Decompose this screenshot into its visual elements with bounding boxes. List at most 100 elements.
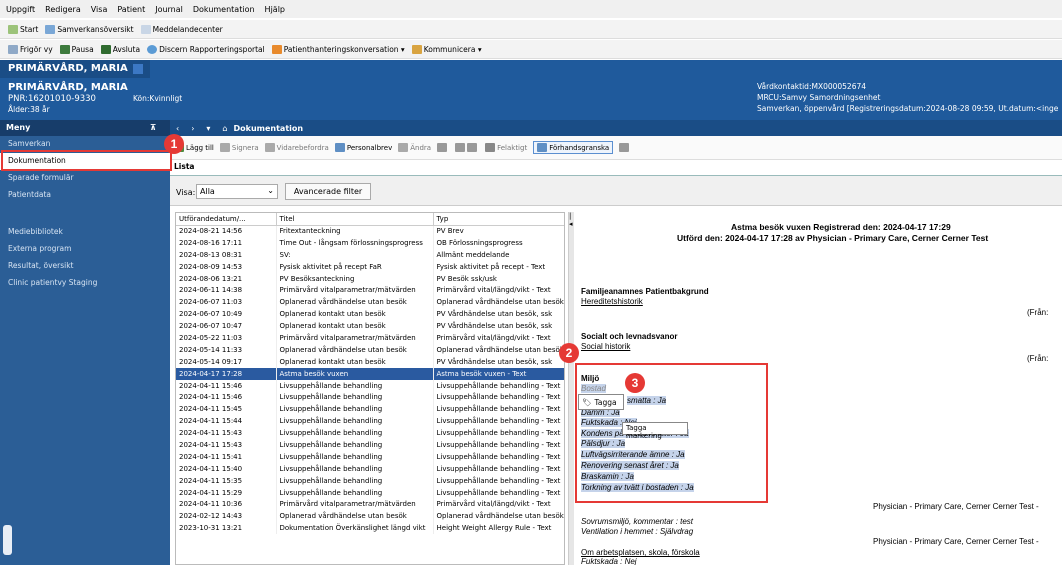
table-row[interactable]: 2024-08-21 14:56 Fritextanteckning PV Brev xyxy=(176,225,564,237)
table-row[interactable]: 2024-04-11 15:46 Livsuppehållande behandl… xyxy=(176,391,564,404)
history-dropdown-icon[interactable]: ▾ xyxy=(206,124,210,133)
cell-title: Livsuppehållande behandling xyxy=(276,415,434,428)
table-row[interactable]: 2024-04-11 15:45 Livsuppehållande behandl… xyxy=(176,403,564,416)
nav-item-resultat[interactable]: Resultat, översikt xyxy=(0,258,170,275)
nav-item-externa-program[interactable]: Externa program xyxy=(0,241,170,258)
menu-redigera[interactable]: Redigera xyxy=(45,5,81,14)
table-row[interactable]: 2024-08-09 14:53 Fysisk aktivitet på rece… xyxy=(176,260,564,273)
table-row[interactable]: 2024-05-14 09:17 Oplanerad kontakt utan b… xyxy=(176,355,564,368)
table-row[interactable]: 2024-04-11 15:43 Livsuppehållande behandl… xyxy=(176,427,564,440)
step-badge-3: 3 xyxy=(625,373,645,393)
cell-type: Livsuppehållande behandling - Text xyxy=(433,486,564,499)
table-row[interactable]: 2024-06-07 11:03 Oplanerad vårdhändelse u… xyxy=(176,296,564,309)
discern-button[interactable]: Discern Rapporteringsportal xyxy=(147,44,265,54)
column-header-date[interactable]: Utförandedatum/... xyxy=(176,213,277,226)
cell-type: Primärvård vital/längd/vikt - Text xyxy=(433,498,564,511)
toolbar-misc-button[interactable] xyxy=(437,143,449,152)
column-header-type[interactable]: Typ xyxy=(433,213,564,226)
highlight-box-dokumentation xyxy=(1,150,172,171)
splitter-arrow-icon: |◂ xyxy=(569,212,573,228)
preview-icon xyxy=(537,143,548,152)
table-row[interactable]: 2024-02-12 14:43 Oplanerad vårdhändelse u… xyxy=(176,510,564,523)
change-button[interactable]: Ändra xyxy=(398,143,431,152)
cell-title: Fritextanteckning xyxy=(276,225,434,237)
splitter[interactable]: |◂ xyxy=(568,212,574,565)
cell-date: 2024-04-17 17:28 xyxy=(176,367,277,380)
filter-label: Visa: xyxy=(176,188,196,197)
samverkansoversikt-button[interactable]: Samverkansöversikt xyxy=(45,24,134,34)
meddelandecenter-button[interactable]: Meddelandecenter xyxy=(140,24,223,34)
table-row[interactable]: 2024-04-11 15:41 Livsuppehållande behandl… xyxy=(176,450,564,463)
misc-icon xyxy=(437,143,448,152)
cell-title: Livsuppehållande behandling xyxy=(276,403,434,416)
cell-title: Primärvård vitalparametrar/mätvärden xyxy=(276,498,434,511)
patienthantering-button[interactable]: Patienthanteringskonversation ▾ xyxy=(271,44,405,54)
patient-tab[interactable]: PRIMÄRVÅRD, MARIA xyxy=(0,60,150,78)
pin-icon[interactable]: ⊼ xyxy=(150,123,157,132)
personal-letter-button[interactable]: Personalbrev xyxy=(334,143,392,152)
table-row[interactable]: 2024-04-11 10:36 Primärvård vitalparametr… xyxy=(176,498,564,511)
filter-select[interactable]: Alla ⌄ xyxy=(196,184,278,199)
table-row[interactable]: 2024-04-11 15:29 Livsuppehållande behandl… xyxy=(176,486,564,499)
preview-button[interactable]: Förhandsgranska xyxy=(533,141,614,154)
table-row[interactable]: 2024-05-22 11:03 Primärvård vitalparametr… xyxy=(176,332,564,344)
back-arrow-icon[interactable]: ‹ xyxy=(176,124,179,133)
cell-type: Livsuppehållande behandling - Text xyxy=(433,462,564,475)
sovrum-kommentar: Sovrumsmiljö, kommentar : test xyxy=(581,517,694,526)
avsluta-button[interactable]: Avsluta xyxy=(100,44,140,54)
close-tab-icon[interactable] xyxy=(133,64,143,74)
menu-journal[interactable]: Journal xyxy=(155,5,183,14)
ventilation-i-hemmet: Ventilation i hemmet : Självdrag xyxy=(581,527,694,536)
table-row[interactable]: 2024-04-17 17:28 Astma besök vuxen Astma b… xyxy=(176,367,564,380)
menu-dokumentation[interactable]: Dokumentation xyxy=(193,5,255,14)
menu-visa[interactable]: Visa xyxy=(91,5,108,14)
table-row[interactable]: 2024-06-11 14:38 Primärvård vitalparametr… xyxy=(176,284,564,297)
tab-lista[interactable]: Lista xyxy=(174,162,194,171)
section-familjeanamnes: Familjeanamnes Patientbakgrund xyxy=(581,287,709,296)
sign-button[interactable]: Signera xyxy=(219,143,259,152)
table-row[interactable]: 2024-05-14 11:33 Oplanerad vårdhändelse u… xyxy=(176,343,564,356)
table-row[interactable]: 2024-08-13 08:31 SV: Allmänt meddelande xyxy=(176,248,564,261)
forward-arrow-icon[interactable]: › xyxy=(191,124,194,133)
table-row[interactable]: 2024-04-11 15:40 Livsuppehållande behandl… xyxy=(176,462,564,475)
table-row[interactable]: 2024-04-11 15:35 Livsuppehållande behandl… xyxy=(176,474,564,487)
table-row[interactable]: 2024-08-06 13:21 PV Besöksanteckning PV Be… xyxy=(176,272,564,285)
cell-date: 2024-05-14 09:17 xyxy=(176,355,277,368)
cell-date: 2024-04-11 15:45 xyxy=(176,403,277,416)
table-row[interactable]: 2024-04-11 15:43 Livsuppehållande behandl… xyxy=(176,439,564,451)
table-row[interactable]: 2024-08-16 17:11 Time Out - långsam förlo… xyxy=(176,236,564,249)
kommunicera-button[interactable]: Kommunicera ▾ xyxy=(411,44,482,54)
forward-button[interactable]: Vidarebefordra xyxy=(264,143,329,152)
menu-uppgift[interactable]: Uppgift xyxy=(6,5,35,14)
table-row[interactable]: 2024-06-07 10:47 Oplanerad kontakt utan b… xyxy=(176,320,564,333)
nav-header: Meny ⊼ xyxy=(0,120,170,136)
cell-date: 2024-04-11 15:29 xyxy=(176,486,277,499)
physician-signature-2: Physician - Primary Care, Cerner Cerner … xyxy=(873,537,1039,546)
cell-title: Oplanerad kontakt utan besök xyxy=(276,320,434,333)
arbetsplats-link[interactable]: Om arbetsplatsen, skola, förskola xyxy=(581,548,700,557)
nav-item-mediebibliotek[interactable]: Mediebibliotek xyxy=(0,224,170,241)
table-row[interactable]: 2024-04-11 15:46 Livsuppehållande behandl… xyxy=(176,379,564,392)
column-header-title[interactable]: Titel xyxy=(276,213,434,226)
nav-item-patientdata[interactable]: Patientdata xyxy=(0,187,170,204)
incorrect-button[interactable]: Felaktigt xyxy=(485,143,527,152)
start-button[interactable]: Start xyxy=(8,24,38,34)
table-row[interactable]: 2023-10-31 13:21 Dokumentation Överkänsli… xyxy=(176,522,564,535)
home-icon[interactable]: ⌂ xyxy=(222,124,227,133)
toolbar-flag-button[interactable] xyxy=(455,143,479,152)
link-hereditetshistorik[interactable]: Hereditetshistorik xyxy=(581,297,643,306)
nav-item-sparade-formular[interactable]: Sparade formulär xyxy=(0,170,170,187)
frigor-vy-button[interactable]: Frigör vy xyxy=(8,44,53,54)
advanced-filter-button[interactable]: Avancerade filter xyxy=(285,183,371,200)
menu-patient[interactable]: Patient xyxy=(117,5,145,14)
pausa-button[interactable]: Pausa xyxy=(59,44,94,54)
toolbar-tag-button[interactable] xyxy=(619,143,631,152)
tag-button[interactable]: 🏷 Tagga xyxy=(578,394,624,410)
expand-handle[interactable] xyxy=(3,525,12,555)
nav-item-clinic-patientvy[interactable]: Clinic patientvy Staging xyxy=(0,275,170,292)
link-social-historik[interactable]: Social historik xyxy=(581,342,630,351)
table-row[interactable]: 2024-04-11 15:44 Livsuppehållande behandl… xyxy=(176,415,564,428)
menu-hjalp[interactable]: Hjälp xyxy=(265,5,285,14)
table-row[interactable]: 2024-06-07 10:49 Oplanerad kontakt utan b… xyxy=(176,308,564,321)
care-contact-id: Vårdkontaktid:MX000052674 xyxy=(757,82,867,91)
